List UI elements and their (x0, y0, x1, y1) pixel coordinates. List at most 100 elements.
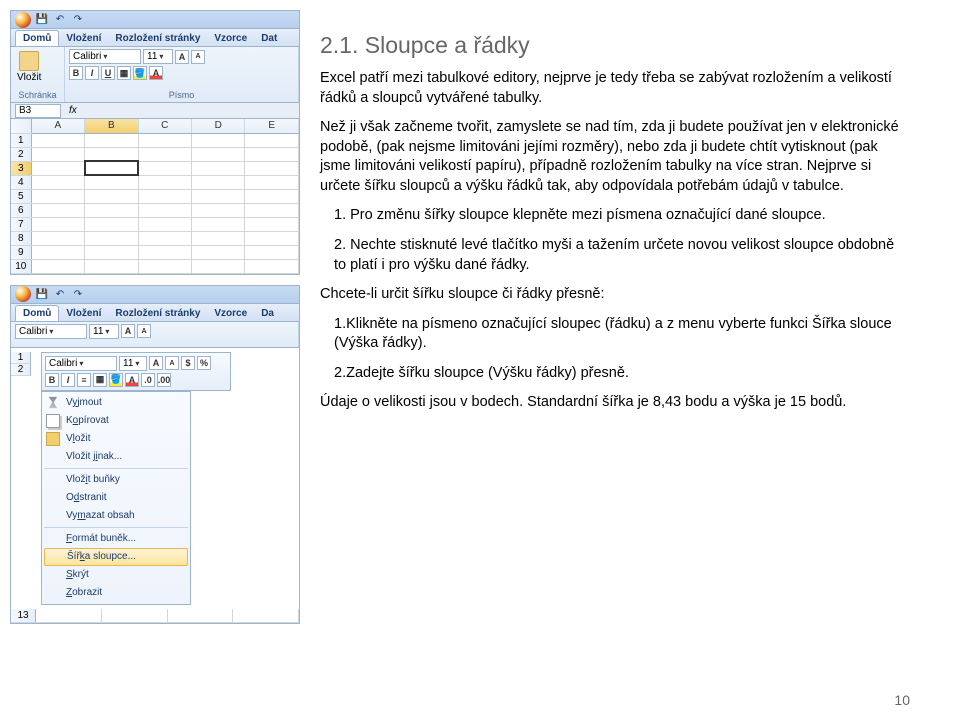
context-menu-label: Vložit jinak... (66, 451, 184, 462)
tab-formulas: Vzorce (207, 306, 254, 321)
context-menu-item: Zobrazit (44, 584, 188, 602)
list-item: 2.Zadejte šířku sloupce (Výšku řádky) př… (320, 364, 910, 384)
col-header: C (138, 119, 191, 133)
bold-icon: B (69, 66, 83, 80)
save-icon: 💾 (35, 13, 49, 27)
blank-icon (46, 586, 60, 600)
tab-layout: Rozložení stránky (108, 306, 207, 321)
redo-icon: ↷ (71, 287, 85, 301)
context-menu-label: Zobrazit (66, 587, 184, 598)
context-menu-label: Formát buněk... (66, 533, 184, 544)
blank-icon (46, 532, 60, 546)
fill-color-icon: 🪣 (109, 373, 123, 387)
context-menu-label: Vložit buňky (66, 474, 184, 485)
context-menu-item: Kopírovat (44, 412, 188, 430)
paste-button: Vložit (15, 49, 43, 85)
row-header: 9 (11, 245, 31, 259)
select-all-corner (11, 119, 31, 133)
blank-icon (46, 509, 60, 523)
col-header: A (31, 119, 84, 133)
tab-data: Da (254, 306, 281, 321)
context-menu-item: Formát buněk... (44, 530, 188, 548)
ribbon: Vložit Schránka Calibri▾ 11▾ (11, 47, 299, 103)
undo-icon: ↶ (53, 13, 67, 27)
copy-icon (46, 414, 60, 428)
bold-icon: B (45, 373, 59, 387)
group-font-label: Písmo (69, 90, 294, 100)
underline-icon: U (101, 66, 115, 80)
tab-insert: Vložení (59, 306, 108, 321)
context-menu-item: Šířka sloupce... (44, 548, 188, 566)
tab-data: Dat (254, 31, 284, 46)
blank-icon (46, 450, 60, 464)
row-header: 2 (11, 363, 31, 375)
document-text: 2.1. Sloupce a řádky Excel patří mezi ta… (320, 10, 910, 624)
context-menu-item: Vložit jinak... (44, 448, 188, 466)
blank-icon (46, 473, 60, 487)
paste-icon (46, 432, 60, 446)
font-color-icon: A (149, 66, 163, 80)
page-number: 10 (894, 692, 910, 708)
row-header: 7 (11, 217, 31, 231)
office-button-icon (15, 286, 31, 302)
paragraph: Excel patří mezi tabulkové editory, nejp… (320, 69, 910, 108)
context-menu-item: Vložit buňky (44, 471, 188, 489)
font-size-combo: 11▾ (143, 49, 173, 64)
list-item: 2. Nechte stisknuté levé tlačítko myši a… (320, 236, 910, 275)
formula-bar: B3 fx (11, 103, 299, 119)
tab-formulas: Vzorce (207, 31, 254, 46)
percent-format-icon: % (197, 356, 211, 370)
col-header: D (192, 119, 245, 133)
italic-icon: I (61, 373, 75, 387)
increase-decimal-icon: .0 (141, 373, 155, 387)
row-header: 1 (11, 133, 31, 147)
blank-icon (47, 550, 61, 564)
name-box: B3 (15, 104, 61, 118)
context-menu-label: Šířka sloupce... (67, 551, 183, 562)
font-name-combo: Calibri▾ (69, 49, 141, 64)
border-icon: ▦ (93, 373, 107, 387)
decrease-font-icon: A (191, 50, 205, 64)
italic-icon: I (85, 66, 99, 80)
ribbon-tabs: Domů Vložení Rozložení stránky Vzorce Da… (11, 29, 299, 47)
row-header: 10 (11, 259, 31, 273)
col-header: E (245, 119, 299, 133)
save-icon: 💾 (35, 287, 49, 301)
paragraph: Údaje o velikosti jsou v bodech. Standar… (320, 393, 910, 413)
font-name-combo: Calibri▾ (45, 356, 117, 371)
context-menu-item: Vymazat obsah (44, 507, 188, 525)
context-menu-item: Odstranit (44, 489, 188, 507)
context-menu-item: Vyjmout (44, 394, 188, 412)
context-menu-label: Vložit (66, 433, 184, 444)
tab-home: Domů (15, 305, 59, 321)
context-menu-label: Vyjmout (66, 397, 184, 408)
decrease-font-icon: A (165, 356, 179, 370)
mini-toolbar: Calibri▾ 11▾ A A $ % B I ≡ ▦ 🪣 A (41, 352, 231, 391)
font-size-combo: 11▾ (119, 356, 147, 371)
row-header: 5 (11, 189, 31, 203)
increase-font-icon: A (121, 324, 135, 338)
paragraph: Chcete-li určit šířku sloupce či řádky p… (320, 285, 910, 305)
paste-label: Vložit (17, 72, 41, 83)
row-header: 8 (11, 231, 31, 245)
context-menu-item: Vložit (44, 430, 188, 448)
fx-icon: fx (69, 105, 77, 116)
row-header: 6 (11, 203, 31, 217)
tab-insert: Vložení (59, 31, 108, 46)
heading: 2.1. Sloupce a řádky (320, 30, 910, 61)
context-menu: Vyjmout Kopírovat Vložit Vložit jinak... Vlo… (41, 391, 191, 605)
fill-color-icon: 🪣 (133, 66, 147, 80)
excel-screenshot-1: 💾 ↶ ↷ Domů Vložení Rozložení stránky Vzo… (10, 10, 300, 275)
font-name-combo: Calibri▾ (15, 324, 87, 339)
row-header: 3 (11, 161, 31, 175)
worksheet-grid: A B C D E 1 2 3 4 5 6 7 8 9 10 (11, 119, 299, 274)
accounting-format-icon: $ (181, 356, 195, 370)
decrease-decimal-icon: .00 (157, 373, 171, 387)
excel-screenshot-2: 💾 ↶ ↷ Domů Vložení Rozložení stránky Vzo… (10, 285, 300, 625)
font-color-icon: A (125, 373, 139, 387)
font-size-combo: 11▾ (89, 324, 119, 339)
context-menu-label: Skrýt (66, 569, 184, 580)
tab-layout: Rozložení stránky (108, 31, 207, 46)
context-menu-label: Odstranit (66, 492, 184, 503)
context-menu-item: Skrýt (44, 566, 188, 584)
